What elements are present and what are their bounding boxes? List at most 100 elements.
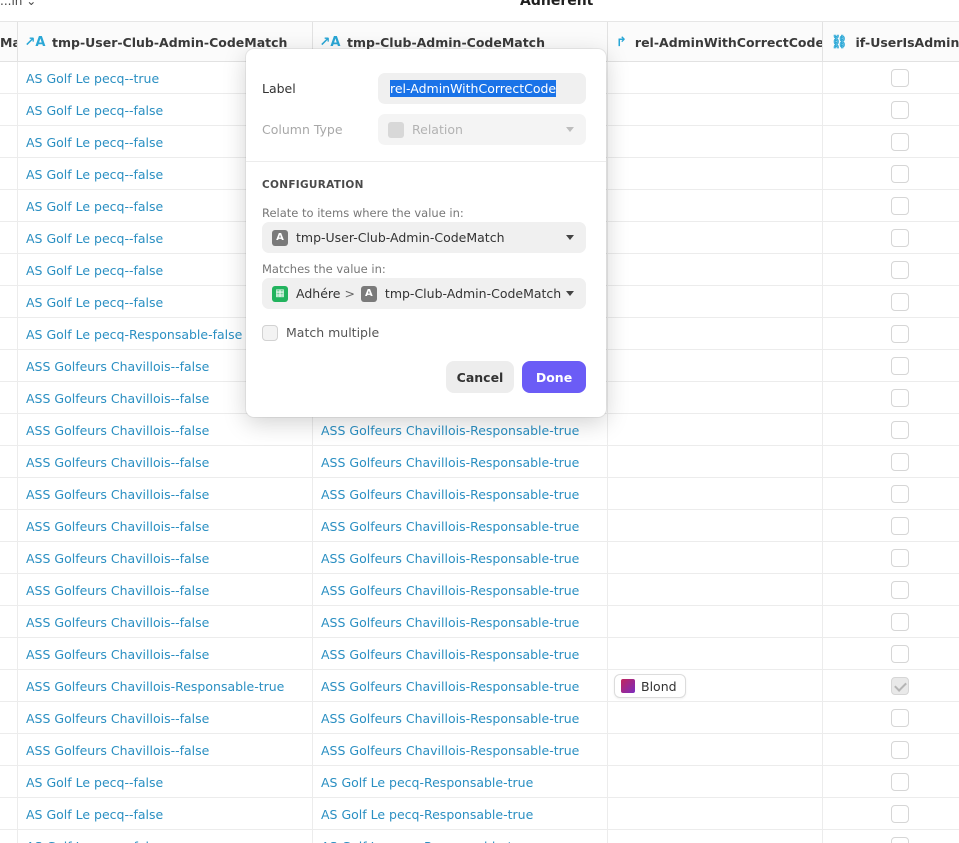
club-admin-code-cell[interactable]: ASS Golfeurs Chavillois-Responsable-true	[313, 446, 608, 478]
user-club-code-cell[interactable]: ASS Golfeurs Chavillois--false	[18, 574, 313, 606]
club-admin-code-cell[interactable]: AS Golf Le pecq-Responsable-true	[313, 766, 608, 798]
table-cell[interactable]	[0, 670, 18, 702]
relation-cell[interactable]	[608, 478, 823, 510]
relation-cell[interactable]	[608, 574, 823, 606]
user-club-code-cell[interactable]: AS Golf Le pecq--false	[18, 766, 313, 798]
column-header-0[interactable]: Ma	[0, 22, 18, 62]
user-club-code-cell[interactable]: AS Golf Le pecq--false	[18, 798, 313, 830]
column-type-select[interactable]: Relation	[378, 114, 586, 145]
table-cell[interactable]	[0, 62, 18, 94]
is-admin-checkbox[interactable]	[891, 677, 909, 695]
table-cell[interactable]	[0, 574, 18, 606]
is-admin-checkbox[interactable]	[891, 421, 909, 439]
user-club-code-cell[interactable]: ASS Golfeurs Chavillois--false	[18, 510, 313, 542]
is-admin-checkbox[interactable]	[891, 357, 909, 375]
is-admin-checkbox[interactable]	[891, 709, 909, 727]
table-cell[interactable]	[0, 702, 18, 734]
relation-cell[interactable]	[608, 606, 823, 638]
column-header-3[interactable]: ↱ rel-AdminWithCorrectCode	[608, 22, 823, 62]
done-button[interactable]: Done	[522, 361, 586, 393]
relation-cell[interactable]	[608, 702, 823, 734]
relation-chip[interactable]: Blond	[614, 674, 686, 698]
is-admin-checkbox[interactable]	[891, 261, 909, 279]
is-admin-checkbox[interactable]	[891, 293, 909, 311]
club-admin-code-cell[interactable]: ASS Golfeurs Chavillois-Responsable-true	[313, 702, 608, 734]
table-cell[interactable]	[0, 222, 18, 254]
is-admin-checkbox[interactable]	[891, 101, 909, 119]
is-admin-checkbox[interactable]	[891, 805, 909, 823]
relation-cell[interactable]	[608, 830, 823, 843]
table-cell[interactable]	[0, 766, 18, 798]
table-cell[interactable]	[0, 638, 18, 670]
club-admin-code-cell[interactable]: ASS Golfeurs Chavillois-Responsable-true	[313, 670, 608, 702]
table-cell[interactable]	[0, 446, 18, 478]
user-club-code-cell[interactable]: ASS Golfeurs Chavillois--false	[18, 478, 313, 510]
relation-cell[interactable]	[608, 382, 823, 414]
table-cell[interactable]	[0, 382, 18, 414]
is-admin-checkbox[interactable]	[891, 197, 909, 215]
club-admin-code-cell[interactable]: ASS Golfeurs Chavillois-Responsable-true	[313, 638, 608, 670]
relation-cell[interactable]	[608, 126, 823, 158]
is-admin-checkbox[interactable]	[891, 165, 909, 183]
is-admin-checkbox[interactable]	[891, 581, 909, 599]
table-cell[interactable]	[0, 350, 18, 382]
label-input[interactable]: rel-AdminWithCorrectCode	[378, 73, 586, 104]
relation-cell[interactable]	[608, 766, 823, 798]
is-admin-checkbox[interactable]	[891, 485, 909, 503]
table-cell[interactable]	[0, 606, 18, 638]
table-cell[interactable]	[0, 510, 18, 542]
is-admin-checkbox[interactable]	[891, 773, 909, 791]
club-admin-code-cell[interactable]: ASS Golfeurs Chavillois-Responsable-true	[313, 734, 608, 766]
table-cell[interactable]	[0, 94, 18, 126]
column-header-4[interactable]: ⛓ if-UserIsAdmin	[823, 22, 959, 62]
user-club-code-cell[interactable]: ASS Golfeurs Chavillois--false	[18, 606, 313, 638]
table-cell[interactable]	[0, 286, 18, 318]
is-admin-checkbox[interactable]	[891, 517, 909, 535]
relation-cell[interactable]	[608, 222, 823, 254]
club-admin-code-cell[interactable]: AS Golf Le pecq-Responsable-true	[313, 830, 608, 843]
table-cell[interactable]	[0, 414, 18, 446]
relation-cell[interactable]	[608, 158, 823, 190]
table-cell[interactable]	[0, 318, 18, 350]
relation-cell[interactable]	[608, 318, 823, 350]
user-club-code-cell[interactable]: ASS Golfeurs Chavillois--false	[18, 542, 313, 574]
relation-cell[interactable]	[608, 638, 823, 670]
is-admin-checkbox[interactable]	[891, 69, 909, 87]
is-admin-checkbox[interactable]	[891, 229, 909, 247]
club-admin-code-cell[interactable]: ASS Golfeurs Chavillois-Responsable-true	[313, 414, 608, 446]
matches-select[interactable]: ▦ Adhére > A tmp-Club-Admin-CodeMatch	[262, 278, 586, 309]
relation-cell[interactable]	[608, 798, 823, 830]
is-admin-checkbox[interactable]	[891, 837, 909, 843]
relation-cell[interactable]	[608, 510, 823, 542]
table-cell[interactable]	[0, 478, 18, 510]
user-club-code-cell[interactable]: ASS Golfeurs Chavillois--false	[18, 702, 313, 734]
relation-cell[interactable]	[608, 350, 823, 382]
table-cell[interactable]	[0, 542, 18, 574]
view-switcher[interactable]: ...in ⌄	[0, 0, 36, 8]
user-club-code-cell[interactable]: AS Golf Le pecq--false	[18, 830, 313, 843]
relation-cell[interactable]	[608, 414, 823, 446]
is-admin-checkbox[interactable]	[891, 613, 909, 631]
relation-cell[interactable]	[608, 190, 823, 222]
club-admin-code-cell[interactable]: ASS Golfeurs Chavillois-Responsable-true	[313, 510, 608, 542]
match-multiple-checkbox[interactable]	[262, 325, 278, 341]
is-admin-checkbox[interactable]	[891, 133, 909, 151]
relation-cell[interactable]: Blond	[608, 670, 823, 702]
table-cell[interactable]	[0, 830, 18, 843]
is-admin-checkbox[interactable]	[891, 741, 909, 759]
relation-cell[interactable]	[608, 254, 823, 286]
relation-cell[interactable]	[608, 446, 823, 478]
club-admin-code-cell[interactable]: AS Golf Le pecq-Responsable-true	[313, 798, 608, 830]
user-club-code-cell[interactable]: ASS Golfeurs Chavillois-Responsable-true	[18, 670, 313, 702]
is-admin-checkbox[interactable]	[891, 453, 909, 471]
user-club-code-cell[interactable]: ASS Golfeurs Chavillois--false	[18, 446, 313, 478]
club-admin-code-cell[interactable]: ASS Golfeurs Chavillois-Responsable-true	[313, 542, 608, 574]
table-cell[interactable]	[0, 798, 18, 830]
cancel-button[interactable]: Cancel	[446, 361, 514, 393]
relate-select[interactable]: A tmp-User-Club-Admin-CodeMatch	[262, 222, 586, 253]
is-admin-checkbox[interactable]	[891, 645, 909, 663]
relation-cell[interactable]	[608, 286, 823, 318]
table-cell[interactable]	[0, 126, 18, 158]
relation-cell[interactable]	[608, 94, 823, 126]
table-cell[interactable]	[0, 254, 18, 286]
